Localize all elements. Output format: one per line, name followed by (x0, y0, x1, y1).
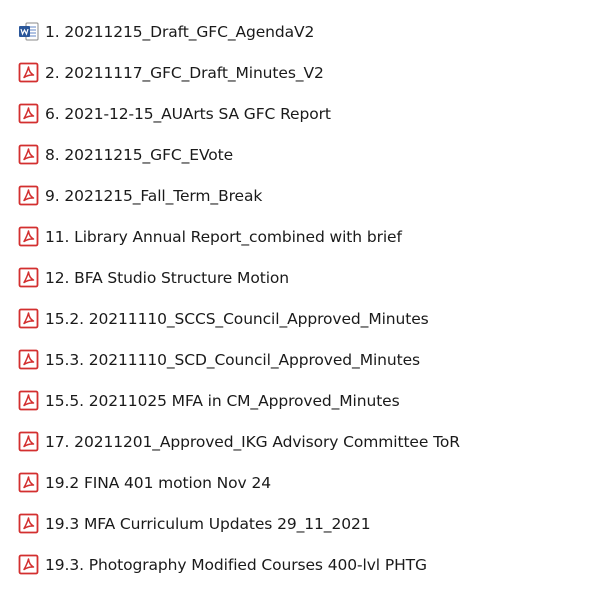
file-list: 1. 20211215_Draft_GFC_AgendaV2 2. 202111… (0, 0, 611, 589)
pdf-icon (18, 431, 39, 452)
file-row[interactable]: 1. 20211215_Draft_GFC_AgendaV2 (0, 11, 611, 52)
file-row[interactable]: 19.3. Photography Modified Courses 400-l… (0, 544, 611, 585)
file-name: 9. 2021215_Fall_Term_Break (45, 186, 263, 205)
pdf-icon (18, 144, 39, 165)
file-row[interactable]: 15.3. 20211110_SCD_Council_Approved_Minu… (0, 339, 611, 380)
pdf-icon (18, 349, 39, 370)
file-name: 11. Library Annual Report_combined with … (45, 227, 402, 246)
pdf-icon (18, 185, 39, 206)
pdf-icon (18, 308, 39, 329)
file-row[interactable]: 2. 20211117_GFC_Draft_Minutes_V2 (0, 52, 611, 93)
file-name: 15.3. 20211110_SCD_Council_Approved_Minu… (45, 350, 421, 369)
pdf-icon (18, 226, 39, 247)
pdf-icon (18, 390, 39, 411)
word-doc-icon (18, 21, 39, 42)
pdf-icon (18, 62, 39, 83)
file-name: 19.3. Photography Modified Courses 400-l… (45, 555, 427, 574)
file-name: 15.2. 20211110_SCCS_Council_Approved_Min… (45, 309, 429, 328)
file-name: 1. 20211215_Draft_GFC_AgendaV2 (45, 22, 315, 41)
file-row[interactable]: 15.2. 20211110_SCCS_Council_Approved_Min… (0, 298, 611, 339)
file-name: 8. 20211215_GFC_EVote (45, 145, 234, 164)
file-row[interactable]: 9. 2021215_Fall_Term_Break (0, 175, 611, 216)
pdf-icon (18, 513, 39, 534)
file-row[interactable]: 8. 20211215_GFC_EVote (0, 134, 611, 175)
file-name: 6. 2021-12-15_AUArts SA GFC Report (45, 104, 331, 123)
file-name: 17. 20211201_Approved_IKG Advisory Commi… (45, 432, 460, 451)
pdf-icon (18, 103, 39, 124)
file-name: 2. 20211117_GFC_Draft_Minutes_V2 (45, 63, 324, 82)
file-row[interactable]: 19.2 FINA 401 motion Nov 24 (0, 462, 611, 503)
pdf-icon (18, 267, 39, 288)
file-row[interactable]: 12. BFA Studio Structure Motion (0, 257, 611, 298)
file-name: 15.5. 20211025 MFA in CM_Approved_Minute… (45, 391, 400, 410)
file-row[interactable]: 17. 20211201_Approved_IKG Advisory Commi… (0, 421, 611, 462)
file-row[interactable]: 15.5. 20211025 MFA in CM_Approved_Minute… (0, 380, 611, 421)
file-name: 19.2 FINA 401 motion Nov 24 (45, 473, 271, 492)
pdf-icon (18, 554, 39, 575)
file-row[interactable]: 11. Library Annual Report_combined with … (0, 216, 611, 257)
pdf-icon (18, 472, 39, 493)
file-name: 12. BFA Studio Structure Motion (45, 268, 290, 287)
file-row[interactable]: 6. 2021-12-15_AUArts SA GFC Report (0, 93, 611, 134)
file-name: 19.3 MFA Curriculum Updates 29_11_2021 (45, 514, 371, 533)
file-row[interactable]: 19.3 MFA Curriculum Updates 29_11_2021 (0, 503, 611, 544)
